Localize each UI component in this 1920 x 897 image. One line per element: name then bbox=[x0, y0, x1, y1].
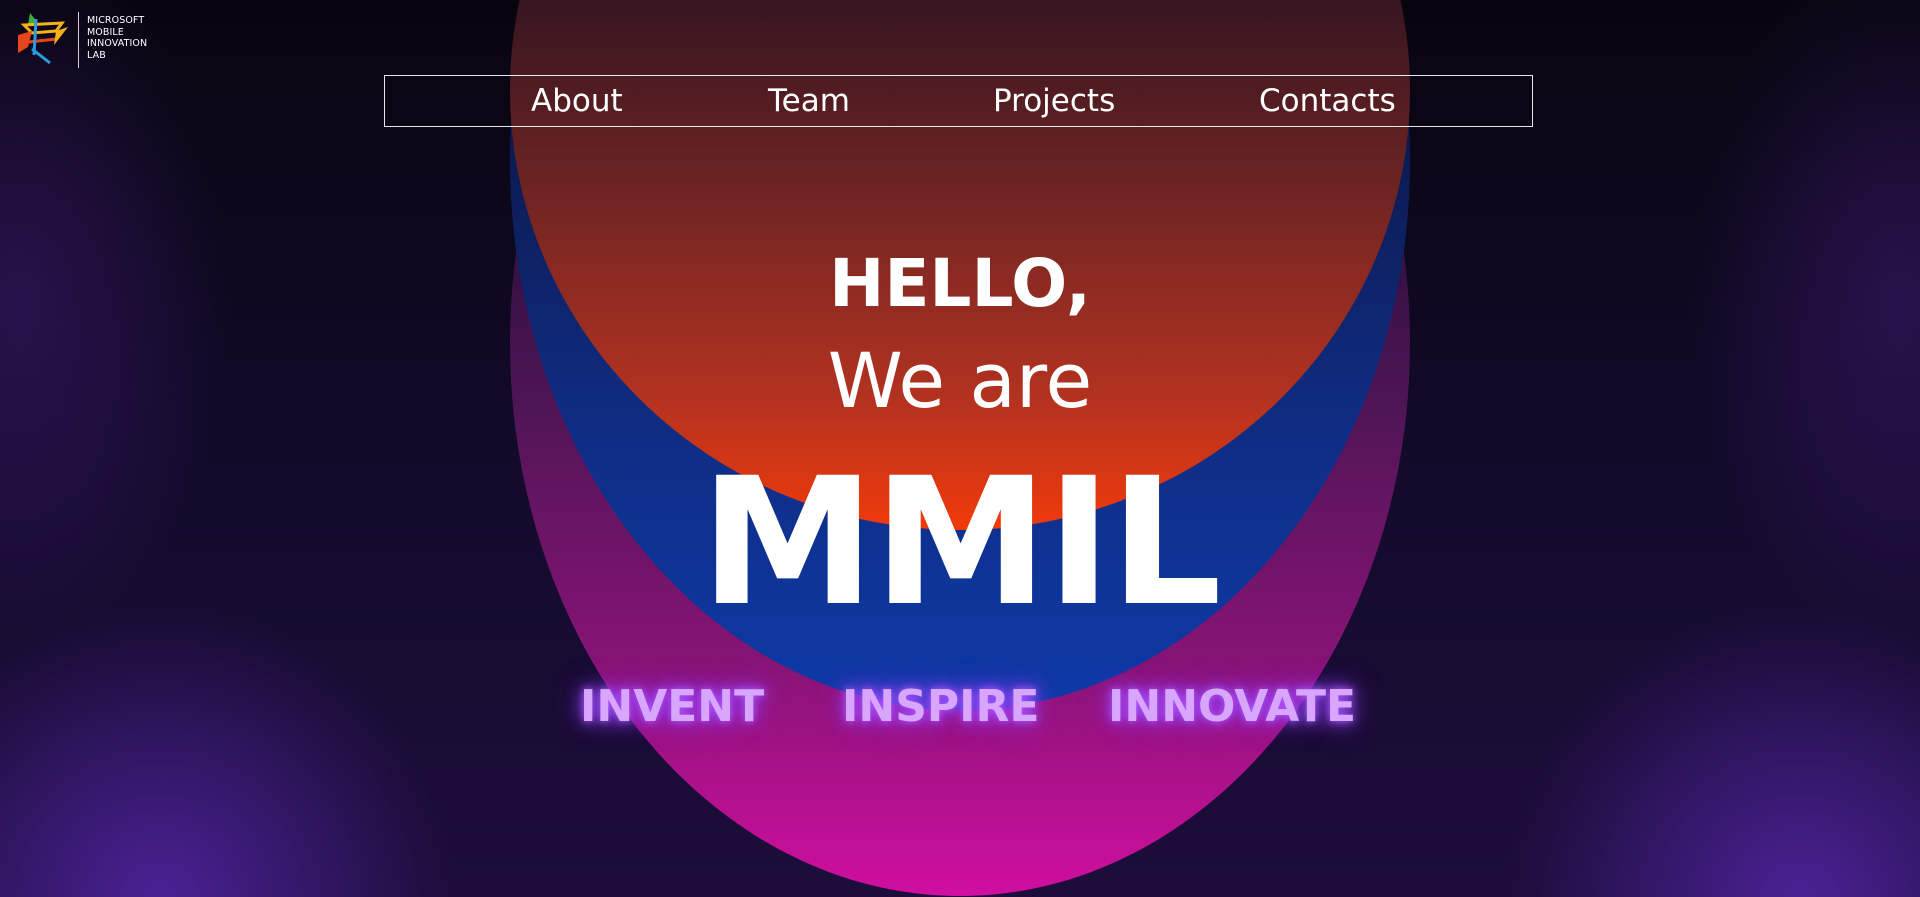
hero-greeting: HELLO, bbox=[829, 245, 1091, 322]
tagline-innovate: INNOVATE bbox=[1108, 681, 1357, 732]
main-nav: About Team Projects Contacts bbox=[384, 75, 1533, 127]
nav-projects-link[interactable]: Projects bbox=[993, 84, 1115, 118]
logo-line: INNOVATION bbox=[87, 38, 148, 49]
logo-line: LAB bbox=[87, 49, 106, 61]
logo-line: MOBILE bbox=[87, 26, 124, 38]
logo-line: MICROSOFT bbox=[87, 15, 145, 26]
tagline-invent: INVENT bbox=[580, 681, 765, 732]
logo-mark-icon bbox=[18, 13, 68, 65]
nav-about-link[interactable]: About bbox=[531, 84, 623, 118]
nav-contacts-link[interactable]: Contacts bbox=[1259, 84, 1396, 118]
tagline-inspire: INSPIRE bbox=[842, 681, 1040, 732]
page: MICROSOFT MOBILE INNOVATION LAB About Te… bbox=[0, 0, 1920, 897]
nav-team-link[interactable]: Team bbox=[768, 84, 850, 118]
hero-title: MMIL bbox=[700, 440, 1222, 645]
logo-divider bbox=[78, 12, 79, 68]
logo[interactable]: MICROSOFT MOBILE INNOVATION LAB bbox=[16, 9, 147, 68]
hero-intro: We are bbox=[827, 336, 1093, 425]
logo-text: MICROSOFT MOBILE INNOVATION LAB bbox=[87, 15, 147, 61]
